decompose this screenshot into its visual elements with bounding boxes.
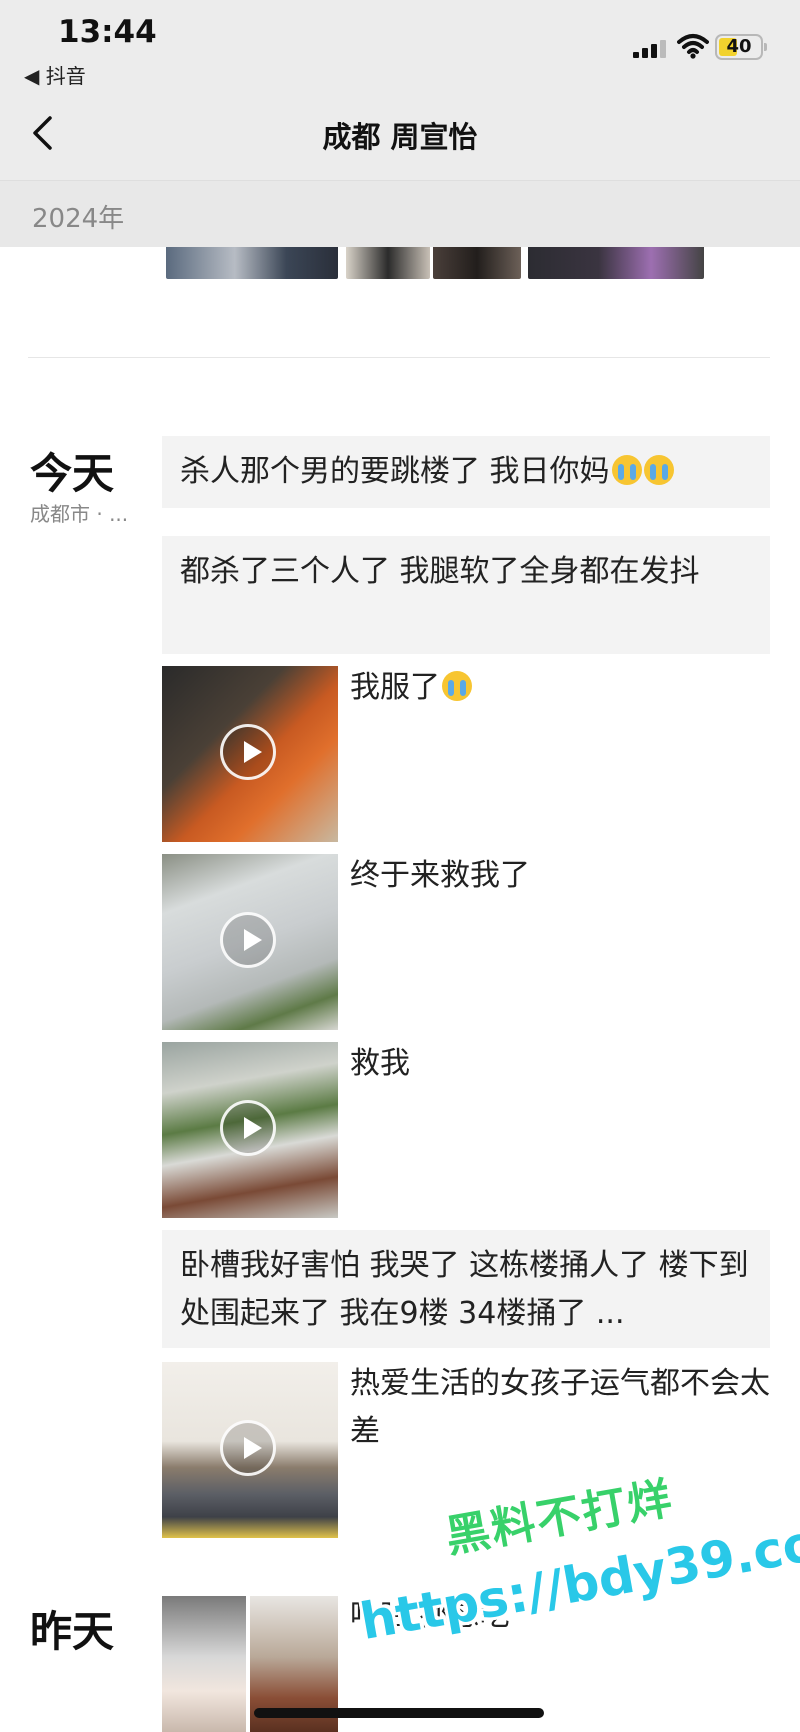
text-post[interactable]: 都杀了三个人了 我腿软了全身都在发抖 [162,536,770,654]
crying-emoji-icon [442,671,472,701]
text-post[interactable]: 卧槽我好害怕 我哭了 这栋楼捅人了 楼下到处围起来了 我在9楼 34楼捅了 ..… [162,1230,770,1348]
text-post[interactable]: 杀人那个男的要跳楼了 我日你妈 [162,436,770,508]
battery-icon: 40 [715,34,767,60]
status-time: 13:44 [58,14,157,50]
section-divider [28,357,770,358]
wifi-icon [677,34,709,59]
crying-emoji-icon [611,455,642,485]
home-indicator[interactable] [254,1708,544,1718]
play-icon [220,912,276,968]
video-caption[interactable]: 终于来救我了 [350,852,770,900]
post-text: 都杀了三个人了 我腿软了全身都在发抖 [180,554,700,589]
page-title: 成都 周宣怡 [322,120,478,154]
video-thumbnail[interactable] [162,1362,338,1538]
play-icon [220,1420,276,1476]
back-to-app-link[interactable]: ◀ 抖音 [24,60,86,89]
play-icon [220,1100,276,1156]
play-icon [220,724,276,780]
year-label: 2024年 [32,204,125,234]
prev-photo-thumb[interactable] [346,247,430,279]
video-caption[interactable]: 救我 [350,1040,770,1088]
crying-emoji-icon [643,455,674,485]
day-label-today: 今天 [30,449,115,498]
photo-thumbnail[interactable] [162,1596,246,1732]
video-thumbnail[interactable] [162,854,338,1030]
signal-icon [633,40,669,58]
video-thumbnail[interactable] [162,1042,338,1218]
caption-text: 我服了 [350,670,440,705]
post-text: 卧槽我好害怕 我哭了 这栋楼捅人了 楼下到处围起来了 我在9楼 34楼捅了 ..… [180,1248,749,1331]
day-label-yesterday: 昨天 [30,1607,115,1656]
prev-photo-thumb[interactable] [166,247,338,279]
video-caption[interactable]: 热爱生活的女孩子运气都不会太差 [350,1360,770,1456]
post-text: 杀人那个男的要跳楼了 我日你妈 [180,454,610,489]
prev-photo-thumb[interactable] [528,247,704,279]
video-thumbnail[interactable] [162,666,338,842]
location-label: 成都市 · ... [30,502,129,526]
battery-level: 40 [726,36,752,57]
prev-photo-thumb[interactable] [433,247,521,279]
video-caption[interactable]: 我服了 [350,664,770,712]
